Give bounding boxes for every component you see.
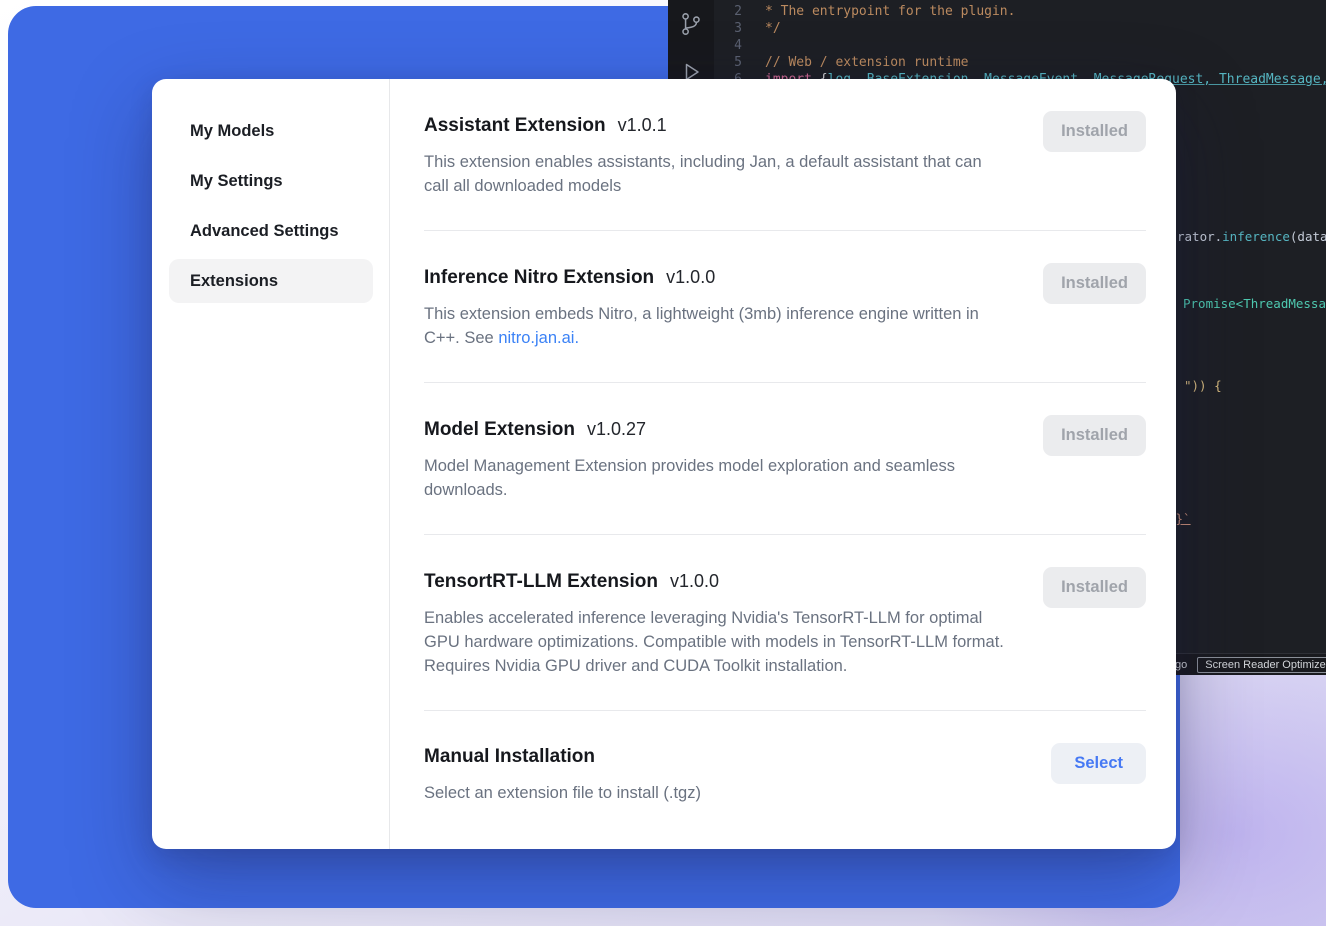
installed-button[interactable]: Installed [1043, 567, 1146, 608]
extension-version: v1.0.27 [587, 419, 646, 439]
extensions-list: Assistant Extension v1.0.1 This extension… [390, 79, 1176, 849]
manual-installation-title: Manual Installation [424, 744, 701, 770]
line-number: 2 [714, 3, 742, 20]
manual-installation-description: Select an extension file to install (.tg… [424, 781, 701, 805]
code-area: 2 * The entrypoint for the plugin. 3 */ … [714, 3, 1326, 88]
extension-info: Manual Installation Select an extension … [424, 744, 701, 805]
line-number: 3 [714, 20, 742, 37]
extension-row-tensorrt: TensortRT-LLM Extension v1.0.0 Enables ac… [424, 534, 1146, 710]
settings-sidebar: My Models My Settings Advanced Settings … [152, 79, 390, 849]
sidebar-item-extensions[interactable]: Extensions [169, 259, 373, 303]
line-number: 4 [714, 37, 742, 54]
code-line: 2 * The entrypoint for the plugin. [714, 3, 1326, 20]
code-empty [742, 37, 765, 54]
source-control-icon[interactable] [678, 10, 704, 38]
extension-name: Inference Nitro Extension [424, 267, 654, 288]
extension-description: This extension embeds Nitro, a lightweig… [424, 302, 1006, 350]
nitro-jan-ai-link[interactable]: nitro.jan.ai. [498, 329, 579, 347]
status-language[interactable]: go [1175, 659, 1187, 671]
extension-description: This extension enables assistants, inclu… [424, 150, 1006, 198]
extension-description: Enables accelerated inference leveraging… [424, 606, 1006, 678]
extension-title: Model Extension v1.0.27 [424, 416, 1006, 443]
extension-title: TensortRT-LLM Extension v1.0.0 [424, 568, 1006, 595]
code-text: (data)); [1290, 229, 1326, 244]
extension-version: v1.0.0 [670, 571, 719, 591]
select-file-button[interactable]: Select [1051, 743, 1146, 784]
installed-button[interactable]: Installed [1043, 415, 1146, 456]
extension-info: TensortRT-LLM Extension v1.0.0 Enables ac… [424, 568, 1006, 678]
code-comment: * The entrypoint for the plugin. [742, 3, 1015, 20]
sidebar-item-my-models[interactable]: My Models [169, 109, 373, 153]
manual-installation-row: Manual Installation Select an extension … [424, 710, 1146, 837]
extension-info: Inference Nitro Extension v1.0.0 This ext… [424, 264, 1006, 350]
code-line: 3 */ [714, 20, 1326, 37]
installed-button[interactable]: Installed [1043, 111, 1146, 152]
code-comment: // Web / extension runtime [742, 54, 969, 71]
code-line: 5 // Web / extension runtime [714, 54, 1326, 71]
extension-name: Assistant Extension [424, 115, 606, 136]
extension-info: Model Extension v1.0.27 Model Management … [424, 416, 1006, 502]
extension-name: TensortRT-LLM Extension [424, 571, 658, 592]
extension-version: v1.0.0 [666, 267, 715, 287]
extension-description: Model Management Extension provides mode… [424, 454, 1006, 502]
code-text: rator. [1177, 229, 1222, 244]
code-line: 4 [714, 37, 1326, 54]
sidebar-item-my-settings[interactable]: My Settings [169, 159, 373, 203]
code-fragment-inference: rator.inference(data)); [1177, 229, 1326, 244]
line-number: 5 [714, 54, 742, 71]
extension-row-nitro: Inference Nitro Extension v1.0.0 This ext… [424, 230, 1146, 382]
extension-version: v1.0.1 [618, 115, 667, 135]
extension-info: Assistant Extension v1.0.1 This extension… [424, 112, 1006, 198]
settings-modal: My Models My Settings Advanced Settings … [152, 79, 1176, 849]
extension-row-model: Model Extension v1.0.27 Model Management … [424, 382, 1146, 534]
sidebar-item-advanced-settings[interactable]: Advanced Settings [169, 209, 373, 253]
code-comment: */ [742, 20, 781, 37]
code-text: inference [1222, 229, 1290, 244]
extension-row-assistant: Assistant Extension v1.0.1 This extension… [424, 79, 1146, 230]
extension-title: Assistant Extension v1.0.1 [424, 112, 1006, 139]
installed-button[interactable]: Installed [1043, 263, 1146, 304]
screen-reader-optimized-badge[interactable]: Screen Reader Optimized [1197, 657, 1326, 673]
extension-title: Inference Nitro Extension v1.0.0 [424, 264, 1006, 291]
code-fragment-promise: Promise<ThreadMessage> [1183, 296, 1326, 311]
extension-name: Model Extension [424, 419, 575, 440]
code-fragment-paren: ")) { [1184, 378, 1222, 393]
